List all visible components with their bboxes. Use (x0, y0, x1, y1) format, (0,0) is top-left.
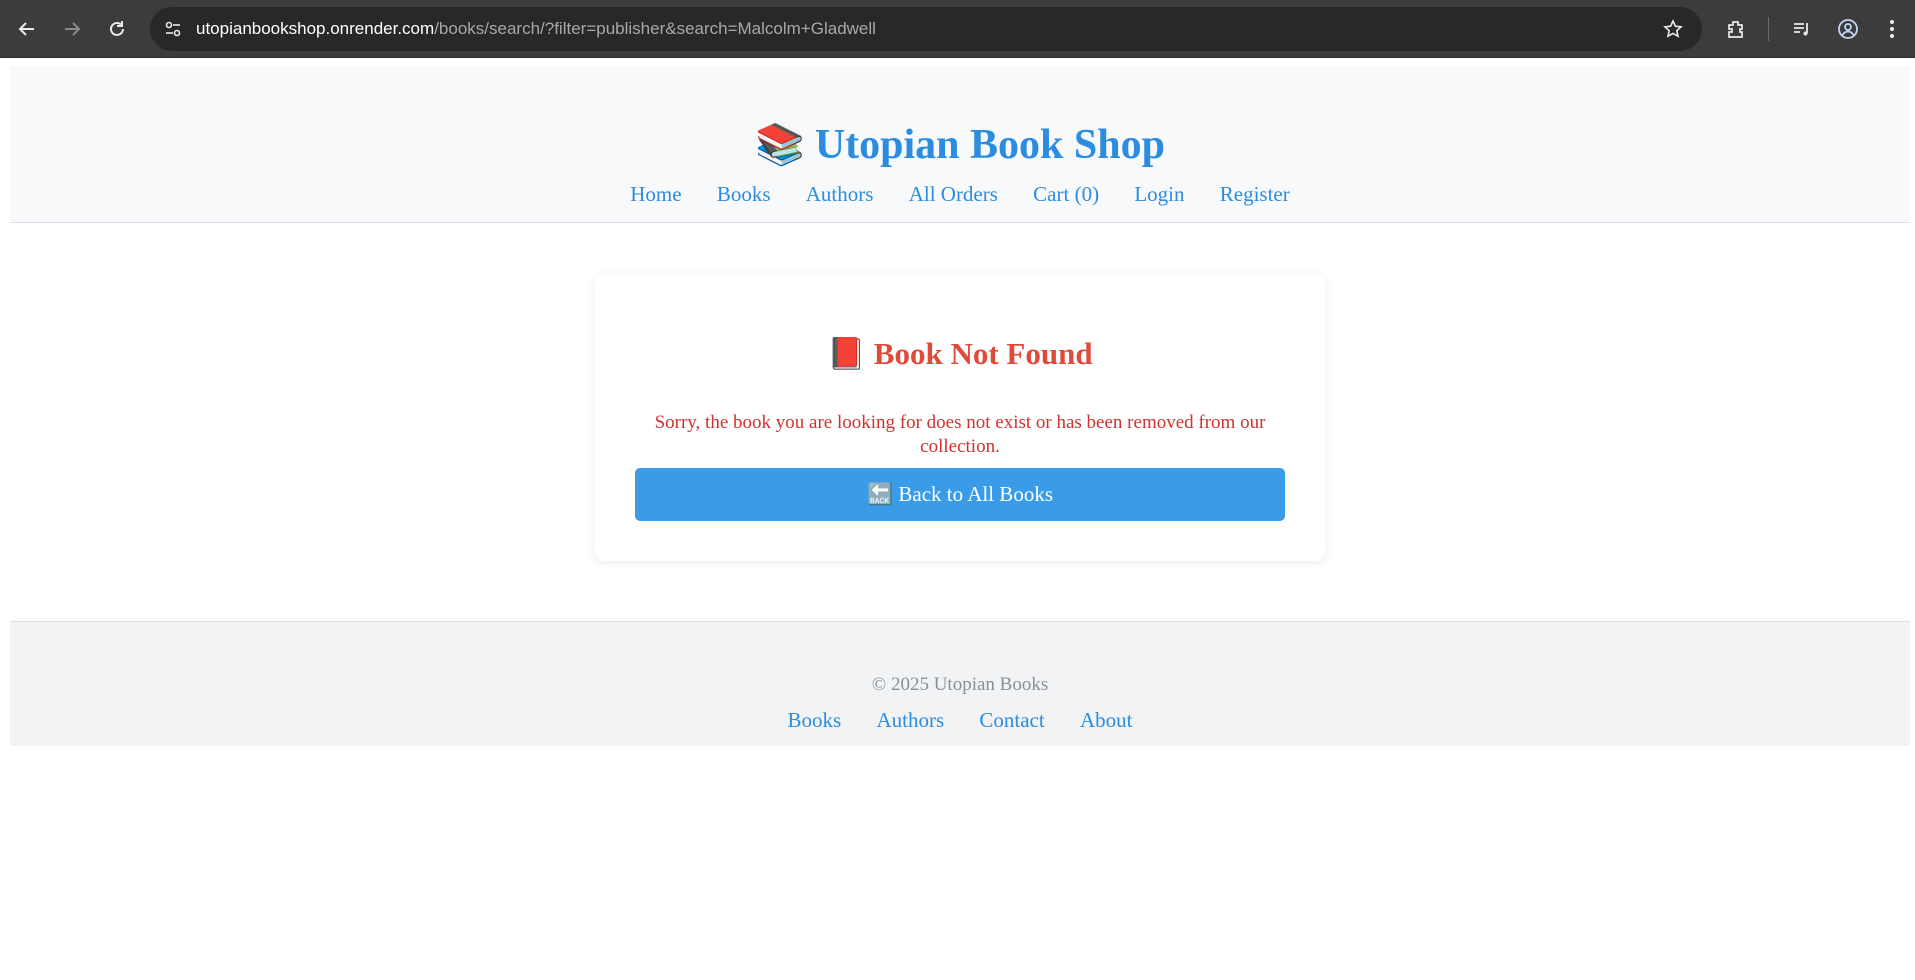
not-found-card: 📕 Book Not Found Sorry, the book you are… (595, 273, 1325, 561)
site-header: 📚 Utopian Book Shop Home Books Authors Al… (10, 66, 1910, 223)
footer-link-about[interactable]: About (1080, 708, 1133, 732)
url-text[interactable]: utopianbookshop.onrender.com/books/searc… (196, 7, 876, 51)
not-found-heading-text: Book Not Found (873, 336, 1093, 371)
back-arrow-icon[interactable] (12, 14, 42, 44)
url-host: utopianbookshop.onrender.com (196, 19, 435, 38)
toolbar-divider (1768, 17, 1769, 41)
nav-link-authors[interactable]: Authors (806, 182, 874, 206)
main-nav: Home Books Authors All Orders Cart (0) L… (10, 184, 1910, 205)
footer-nav: Books Authors Contact About (10, 710, 1910, 731)
address-bar[interactable]: utopianbookshop.onrender.com/books/searc… (150, 7, 1702, 51)
site-title[interactable]: 📚 Utopian Book Shop (10, 124, 1910, 166)
menu-icon[interactable] (1877, 14, 1907, 44)
nav-link-books[interactable]: Books (717, 182, 771, 206)
footer-link-authors[interactable]: Authors (876, 708, 944, 732)
nav-link-login[interactable]: Login (1134, 182, 1184, 206)
back-to-all-books-button[interactable]: 🔙 Back to All Books (635, 468, 1285, 521)
books-icon: 📚 (755, 122, 805, 167)
not-found-heading: 📕 Book Not Found (595, 338, 1325, 369)
url-path: /books/search/?filter=publisher&search=M… (434, 19, 876, 38)
site-footer: © 2025 Utopian Books Books Authors Conta… (10, 621, 1910, 746)
browser-toolbar: utopianbookshop.onrender.com/books/searc… (0, 0, 1915, 58)
extensions-icon[interactable] (1721, 14, 1751, 44)
footer-link-contact[interactable]: Contact (979, 708, 1044, 732)
profile-icon[interactable] (1833, 14, 1863, 44)
copyright-text: © 2025 Utopian Books (871, 674, 1049, 695)
media-icon[interactable] (1787, 14, 1817, 44)
reload-icon[interactable] (102, 14, 132, 44)
star-icon[interactable] (1660, 16, 1686, 42)
nav-link-all-orders[interactable]: All Orders (909, 182, 998, 206)
nav-link-cart[interactable]: Cart (0) (1033, 182, 1099, 206)
site-title-text: Utopian Book Shop (814, 122, 1165, 168)
nav-link-register[interactable]: Register (1220, 182, 1290, 206)
nav-link-home[interactable]: Home (630, 182, 681, 206)
forward-arrow-icon[interactable] (57, 14, 87, 44)
footer-link-books[interactable]: Books (788, 708, 842, 732)
red-book-icon: 📕 (827, 336, 867, 371)
not-found-message: Sorry, the book you are looking for does… (654, 412, 1266, 457)
site-info-icon[interactable] (160, 16, 186, 42)
